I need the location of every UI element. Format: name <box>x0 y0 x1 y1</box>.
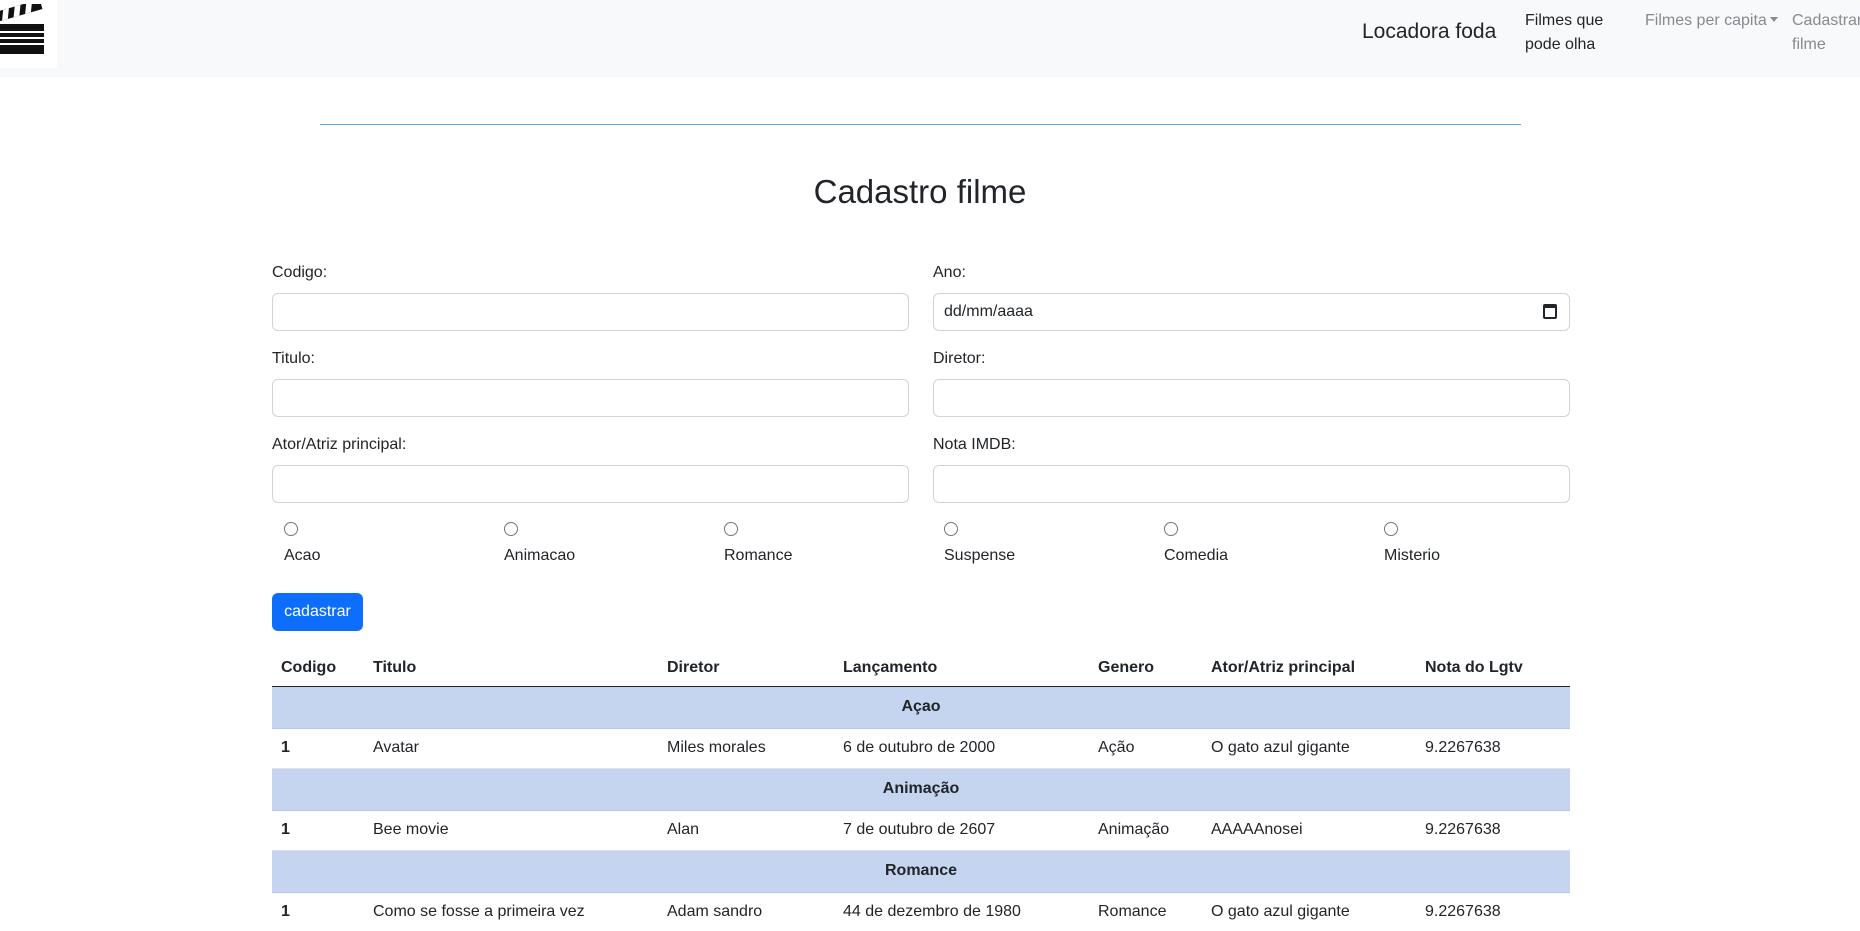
radio-button[interactable] <box>1164 522 1178 536</box>
ator-label: Ator/Atriz principal: <box>272 436 407 453</box>
cell-genero: Animação <box>1098 821 1170 838</box>
col-header-ator: Ator/Atriz principal <box>1211 659 1356 676</box>
codigo-input[interactable] <box>272 293 909 331</box>
cell-ator: AAAAAnosei <box>1211 821 1303 838</box>
caret-down-icon <box>1769 17 1778 22</box>
genre-radio-romance[interactable]: Romance <box>712 522 792 565</box>
group-label: Romance <box>884 862 958 879</box>
radio-button[interactable] <box>504 522 518 536</box>
table-header: Codigo Titulo Diretor Lançamento Genero … <box>272 649 1570 687</box>
radio-button[interactable] <box>724 522 738 536</box>
cell-titulo: Bee movie <box>373 821 449 838</box>
table-row: 1 Como se fosse a primeira vez Adam sand… <box>272 893 1570 931</box>
cell-lancamento: 7 de outubro de 2607 <box>843 821 996 838</box>
table-row: 1 Bee movie Alan 7 de outubro de 2607 An… <box>272 811 1570 851</box>
col-header-diretor: Diretor <box>667 659 720 676</box>
cell-ator: O gato azul gigante <box>1211 739 1350 756</box>
nav-dropdown-filmes-per-capita[interactable]: Filmes per capita <box>1645 9 1785 33</box>
cell-genero: Ação <box>1098 739 1135 756</box>
codigo-label: Codigo: <box>272 264 328 281</box>
group-row-acao: Açao <box>272 687 1570 729</box>
col-header-genero: Genero <box>1098 659 1155 676</box>
ano-label: Ano: <box>933 264 966 281</box>
genre-radio-comedia[interactable]: Comedia <box>1152 522 1228 565</box>
cell-nota: 9.2267638 <box>1425 821 1501 838</box>
cell-diretor: Adam sandro <box>667 903 763 920</box>
cell-diretor: Alan <box>667 821 700 838</box>
cell-codigo: 1 <box>281 821 290 838</box>
diretor-label: Diretor: <box>933 350 986 367</box>
ator-input[interactable] <box>272 465 909 503</box>
nav-link-filmes-que-pode-olha[interactable]: Filmes que pode olha <box>1525 9 1635 57</box>
cell-genero: Romance <box>1098 903 1167 920</box>
nota-label: Nota IMDB: <box>933 436 1016 453</box>
movies-table: Codigo Titulo Diretor Lançamento Genero … <box>272 649 1570 931</box>
cell-ator: O gato azul gigante <box>1211 903 1350 920</box>
col-header-codigo: Codigo <box>281 659 337 676</box>
nota-input[interactable] <box>933 465 1570 503</box>
cell-nota: 9.2267638 <box>1425 903 1501 920</box>
nav-link-cadastrar-filme[interactable]: Cadastrar filme <box>1792 9 1860 57</box>
clapperboard-icon <box>0 4 44 54</box>
genre-radio-suspense[interactable]: Suspense <box>932 522 1015 565</box>
ano-date-placeholder: dd/mm/aaaa <box>944 303 1033 320</box>
cell-lancamento: 44 de dezembro de 1980 <box>843 903 1021 920</box>
cell-titulo: Avatar <box>373 739 419 756</box>
cell-codigo: 1 <box>281 739 290 756</box>
col-header-nota: Nota do Lgtv <box>1425 659 1523 676</box>
group-row-romance: Romance <box>272 851 1570 893</box>
group-label: Açao <box>901 698 941 715</box>
cell-nota: 9.2267638 <box>1425 739 1501 756</box>
page-title: Cadastro filme <box>813 173 1027 210</box>
diretor-input[interactable] <box>933 379 1570 417</box>
radio-button[interactable] <box>1384 522 1398 536</box>
genre-radio-acao[interactable]: Acao <box>272 522 320 565</box>
navbar: Locadora foda Filmes que pode olha Filme… <box>0 0 1860 77</box>
cell-diretor: Miles morales <box>667 739 766 756</box>
radio-button[interactable] <box>944 522 958 536</box>
cadastrar-button[interactable]: cadastrar <box>272 593 363 631</box>
col-header-lancamento: Lançamento <box>843 659 938 676</box>
cell-titulo: Como se fosse a primeira vez <box>373 903 585 920</box>
radio-button[interactable] <box>284 522 298 536</box>
group-row-animacao: Animação <box>272 769 1570 811</box>
calendar-icon[interactable] <box>1543 304 1557 319</box>
col-header-titulo: Titulo <box>373 659 417 676</box>
titulo-input[interactable] <box>272 379 909 417</box>
genre-radio-misterio[interactable]: Misterio <box>1372 522 1440 565</box>
divider <box>320 124 1521 125</box>
ano-date-input[interactable]: dd/mm/aaaa <box>933 293 1570 331</box>
table-row: 1 Avatar Miles morales 6 de outubro de 2… <box>272 729 1570 769</box>
titulo-label: Titulo: <box>272 350 315 367</box>
genre-radio-animacao[interactable]: Animacao <box>492 522 575 565</box>
logo[interactable] <box>0 0 57 68</box>
cell-codigo: 1 <box>281 903 290 920</box>
navbar-brand[interactable]: Locadora foda <box>1362 20 1496 44</box>
group-label: Animação <box>882 780 960 797</box>
cell-lancamento: 6 de outubro de 2000 <box>843 739 996 756</box>
